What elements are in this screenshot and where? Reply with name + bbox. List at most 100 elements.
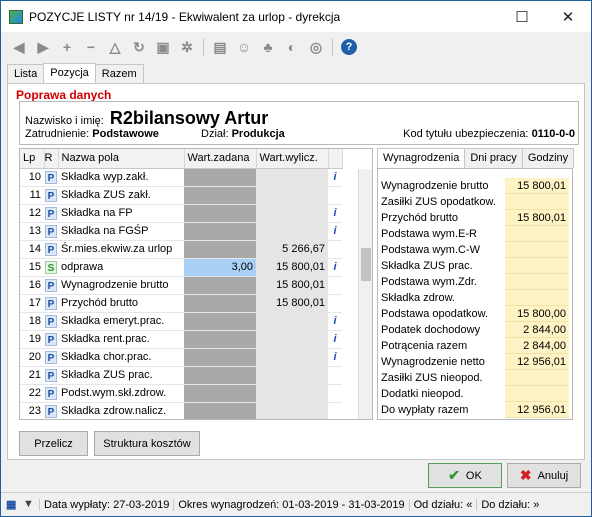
info-icon[interactable]: i [328,204,342,223]
info-icon[interactable] [328,186,342,205]
info-icon[interactable]: i [328,258,342,277]
main-panel: Poprawa danych Nazwisko i imię: R2bilans… [7,83,585,460]
cancel-button[interactable]: ✖ Anuluj [507,463,581,488]
cell-wart-zadana[interactable] [184,294,256,313]
info-icon[interactable] [328,402,342,419]
cell-wart-wylicz [256,348,328,367]
info-icon[interactable]: i [328,222,342,241]
cell-wart-zadana[interactable] [184,384,256,403]
cell-wart-wylicz [256,330,328,349]
maximize-button[interactable]: ☐ [499,1,545,32]
info-icon[interactable]: i [328,330,342,349]
print-icon[interactable]: ▣ [155,39,171,55]
tab-wynagrodzenia[interactable]: Wynagrodzenia [377,148,466,168]
col-name[interactable]: Nazwa pola [58,149,185,169]
cell-wart-zadana[interactable] [184,222,256,241]
col-lp[interactable]: Lp [20,149,45,169]
info-icon[interactable] [328,276,342,295]
col-r[interactable]: R [44,149,59,169]
sync-icon[interactable]: ◐ [284,39,300,55]
table-row[interactable]: 11 P Składka ZUS zakł. [20,186,342,205]
cell-wart-zadana[interactable] [184,186,256,205]
tab-godziny[interactable]: Godziny [521,148,575,168]
refresh-icon[interactable]: ↻ [131,39,147,55]
close-window-button[interactable]: ✕ [545,1,591,32]
cell-wart-zadana[interactable] [184,312,256,331]
table-row[interactable]: 14 P Śr.mies.ekwiw.za urlop 5 266,67 [20,240,342,259]
cell-wart-zadana[interactable] [184,330,256,349]
table-row[interactable]: 15 Sodprawa 3,00 15 800,01 i [20,258,342,277]
cell-wart-wylicz [256,186,328,205]
filter-icon[interactable]: ▼ [23,498,37,512]
next-record-icon[interactable]: ▶ [35,39,51,55]
col-wart-zadana[interactable]: Wart.zadana [184,149,257,169]
row-type-badge: P [45,296,57,310]
cell-wart-zadana[interactable] [184,168,256,187]
col-wart-wylicz[interactable]: Wart.wylicz. [256,149,329,169]
cell-wart-zadana[interactable] [184,240,256,259]
table-row[interactable]: 17 P Przychód brutto 15 800,01 [20,294,342,313]
table-row[interactable]: 19 P Składka rent.prac. i [20,330,342,349]
cell-name: Składka zdrow.nalicz. [58,402,184,419]
info-icon[interactable]: i [328,168,342,187]
cell-wart-zadana[interactable]: 3,00 [184,258,256,277]
cell-lp: 16 [20,276,44,295]
cell-r: S [44,258,58,277]
info-icon[interactable] [328,366,342,385]
table-row[interactable]: 20 P Składka chor.prac. i [20,348,342,367]
settings-icon[interactable]: ✲ [179,39,195,55]
cell-wart-zadana[interactable] [184,276,256,295]
cell-r: P [44,384,58,403]
prev-record-icon[interactable]: ◀ [11,39,27,55]
help-icon[interactable]: ? [341,39,357,55]
tab-pozycja[interactable]: Pozycja [43,63,96,84]
positions-grid[interactable]: Lp R Nazwa pola Wart.zadana Wart.wylicz.… [19,148,373,420]
app-icon [9,9,23,24]
grid-scroll-thumb[interactable] [361,248,371,281]
table-row[interactable]: 23 P Składka zdrow.nalicz. [20,402,342,419]
cell-name: Składka emeryt.prac. [58,312,184,331]
cell-wart-zadana[interactable] [184,402,256,419]
search-user-icon[interactable]: ◎ [308,39,324,55]
cell-wart-zadana[interactable] [184,348,256,367]
cell-name: Składka rent.prac. [58,330,184,349]
remove-icon[interactable]: − [83,39,99,55]
table-row[interactable]: 22 P Podst.wym.skł.zdrow. [20,384,342,403]
toolbar-separator [203,38,204,56]
user-icon[interactable]: ☺ [236,39,252,55]
table-row[interactable]: 18 P Składka emeryt.prac. i [20,312,342,331]
summary-label: Dodatki nieopod. [381,388,464,400]
cell-wart-wylicz [256,168,328,187]
cell-lp: 15 [20,258,44,277]
info-icon[interactable]: i [328,348,342,367]
table-row[interactable]: 10 P Składka wyp.zakł. i [20,168,342,187]
table-row[interactable]: 21 P Składka ZUS prac. [20,366,342,385]
cell-r: P [44,240,58,259]
table-row[interactable]: 13 P Składka na FGŚP i [20,222,342,241]
tab-dni-pracy[interactable]: Dni pracy [464,148,523,168]
cell-wart-wylicz: 15 800,01 [256,294,328,313]
cell-r: P [44,276,58,295]
info-icon[interactable] [328,240,342,259]
recalc-button[interactable]: Przelicz [19,431,88,456]
cell-wart-zadana[interactable] [184,204,256,223]
info-icon[interactable]: i [328,312,342,331]
summary-panel: Wynagrodzenia Dni pracy Godziny Wynagrod… [377,148,577,420]
tab-lista[interactable]: Lista [7,64,45,83]
cell-wart-zadana[interactable] [184,366,256,385]
tab-razem[interactable]: Razem [94,64,144,83]
users-icon[interactable]: ♣ [260,39,276,55]
cost-structure-button[interactable]: Struktura kosztów [94,431,200,456]
cell-wart-wylicz: 5 266,67 [256,240,328,259]
table-row[interactable]: 12 P Składka na FP i [20,204,342,223]
chart-icon[interactable]: ▤ [212,39,228,55]
ok-button[interactable]: ✔ OK [428,463,502,488]
info-icon[interactable] [328,384,342,403]
grid-scrollbar[interactable] [358,169,372,419]
warning-icon[interactable]: △ [107,39,123,55]
add-icon[interactable]: + [59,39,75,55]
calendar-icon[interactable]: ▦ [6,498,20,512]
info-icon[interactable] [328,294,342,313]
summary-value: 2 844,00 [505,322,569,338]
table-row[interactable]: 16 P Wynagrodzenie brutto 15 800,01 [20,276,342,295]
